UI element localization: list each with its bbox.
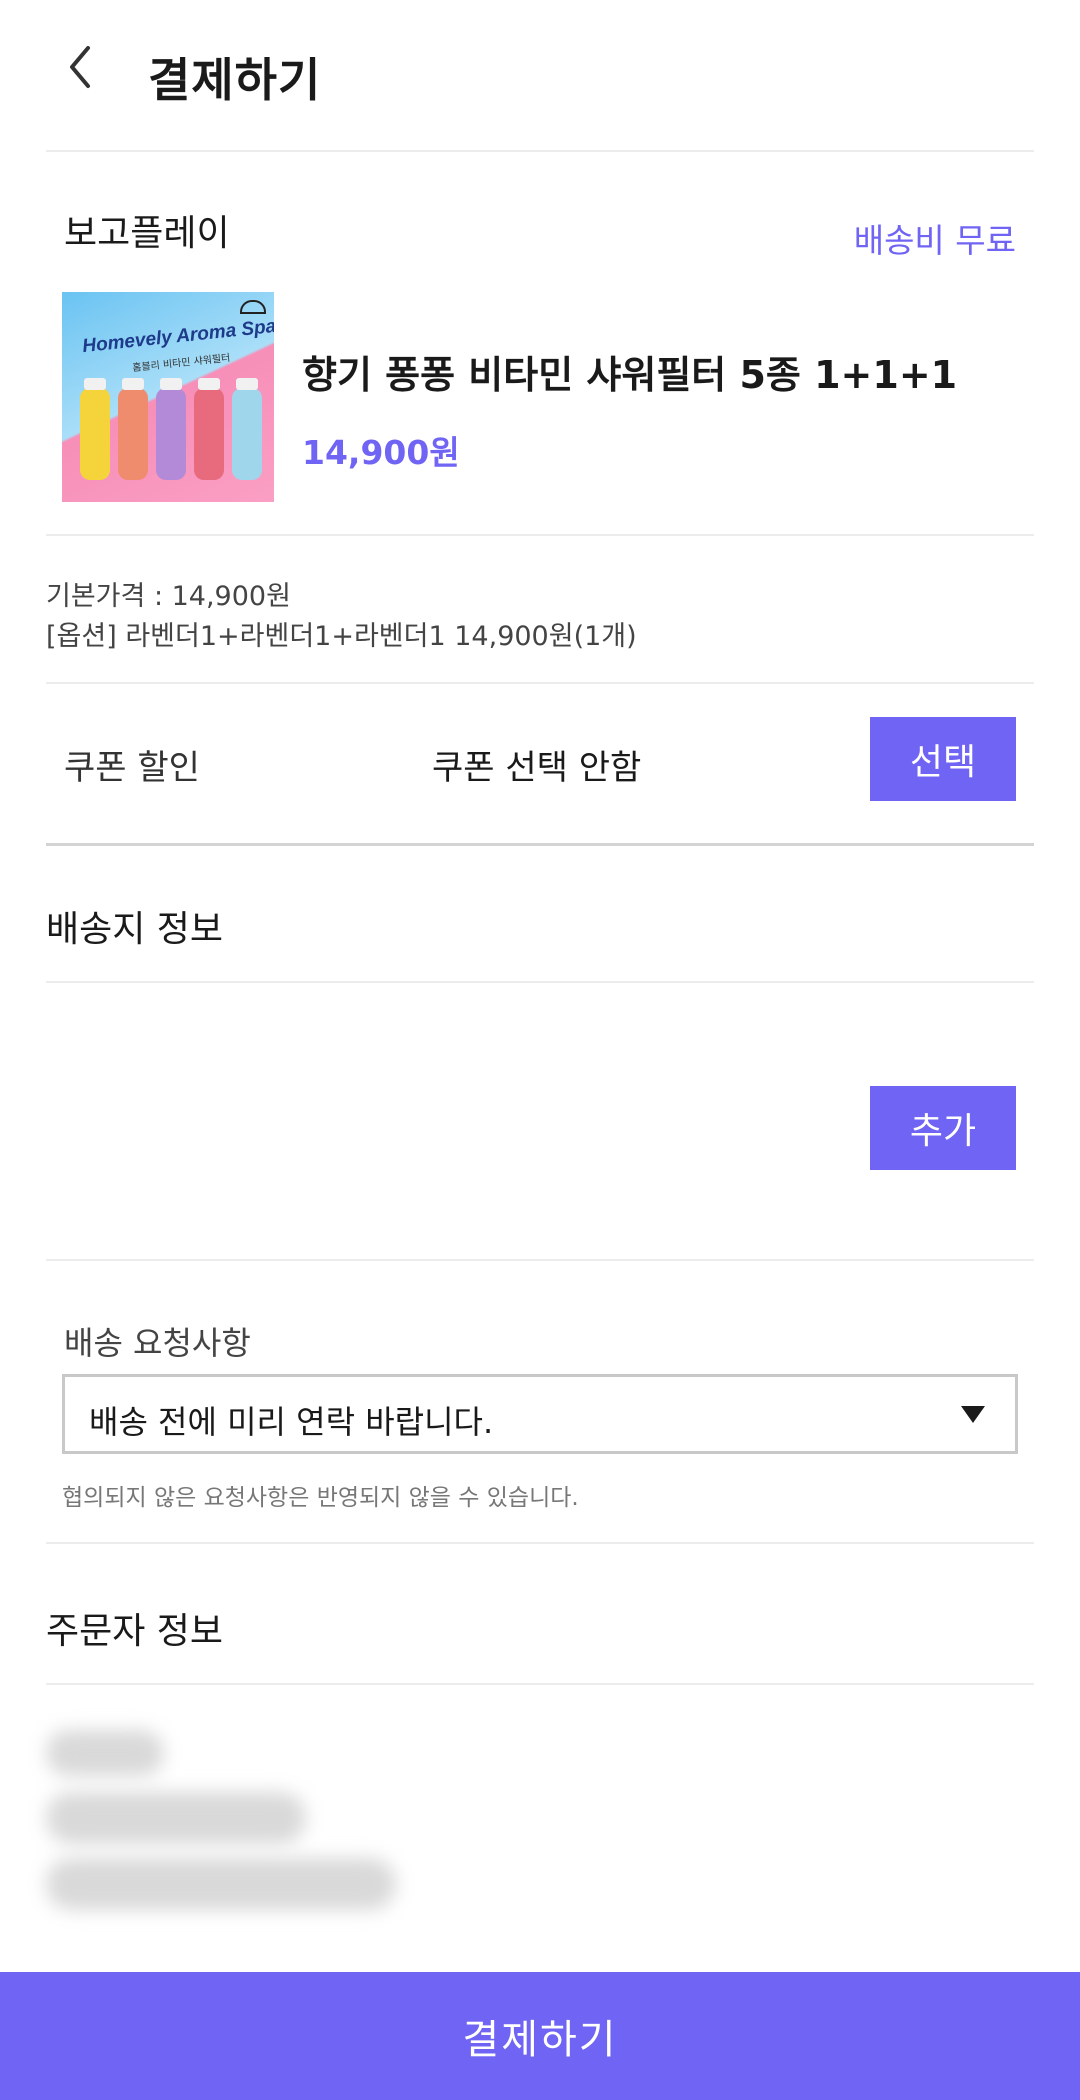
delivery-request-value: 배송 전에 미리 연락 바랍니다. — [89, 1403, 494, 1441]
address-divider — [46, 1259, 1034, 1261]
bottle-orange — [118, 378, 148, 480]
shipping-address-title: 배송지 정보 — [46, 909, 224, 950]
shipping-fee-label: 배송비 무료 — [853, 221, 1016, 260]
option-text: [옵션] 라벤더1+라벤더1+라벤더1 14,900원(1개) — [46, 621, 637, 652]
orderer-name-redacted — [46, 1730, 164, 1776]
back-button[interactable] — [58, 42, 108, 92]
app-header: 결제하기 — [0, 0, 1080, 150]
orderer-title-divider — [46, 1683, 1034, 1685]
coupon-divider — [46, 843, 1034, 846]
product-name[interactable]: 향기 퐁퐁 비타민 샤워필터 5종 1+1+1 — [302, 344, 957, 399]
orderer-info-title: 주문자 정보 — [46, 1611, 224, 1652]
product-price: 14,900원 — [302, 433, 460, 472]
coupon-label: 쿠폰 할인 — [64, 748, 200, 788]
product-divider — [46, 534, 1034, 536]
add-address-button[interactable]: 추가 — [870, 1086, 1016, 1170]
bottle-blue — [232, 378, 262, 480]
product-image-title: Homevely Aroma Spa — [81, 315, 274, 358]
address-title-divider — [46, 981, 1034, 983]
orderer-phone-redacted — [46, 1792, 306, 1844]
seller-name: 보고플레이 — [64, 213, 230, 254]
product-image-subtitle: 홈블리 비타민 샤워필터 — [131, 352, 231, 375]
header-divider — [46, 150, 1034, 152]
base-price-text: 기본가격 : 14,900원 — [46, 581, 291, 612]
bottle-yellow — [80, 378, 110, 480]
house-logo-icon — [240, 300, 266, 314]
product-image[interactable]: Homevely Aroma Spa 홈블리 비타민 샤워필터 — [62, 292, 274, 502]
chevron-left-icon — [70, 46, 90, 88]
request-divider — [46, 1542, 1034, 1544]
page-title: 결제하기 — [148, 53, 322, 107]
price-divider — [46, 682, 1034, 684]
pay-button[interactable]: 결제하기 — [0, 1972, 1080, 2100]
bottle-red — [194, 378, 224, 480]
bottle-purple — [156, 378, 186, 480]
delivery-request-label: 배송 요청사항 — [64, 1324, 251, 1362]
triangle-down-icon — [961, 1406, 985, 1423]
coupon-value: 쿠폰 선택 안함 — [432, 748, 642, 788]
delivery-request-note: 협의되지 않은 요청사항은 반영되지 않을 수 있습니다. — [62, 1485, 579, 1511]
coupon-select-button[interactable]: 선택 — [870, 717, 1016, 801]
orderer-email-redacted — [46, 1858, 396, 1910]
delivery-request-select[interactable]: 배송 전에 미리 연락 바랍니다. — [62, 1374, 1018, 1454]
